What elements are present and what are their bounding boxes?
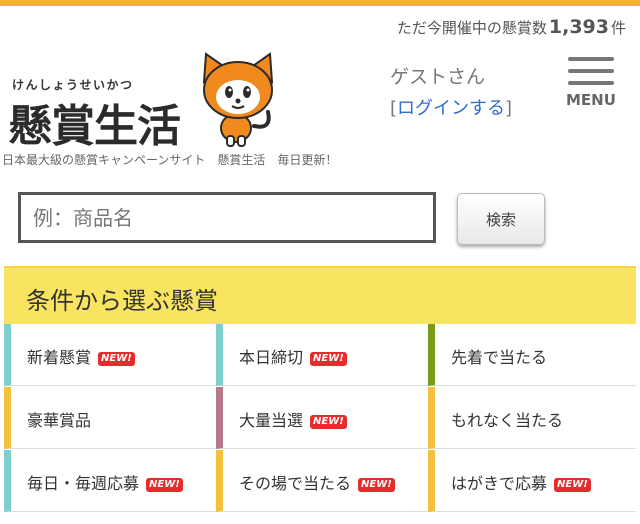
menu-hamburger-icon — [568, 69, 614, 73]
menu-hamburger-icon — [568, 81, 614, 85]
condition-item-text: 先着で当たる — [451, 348, 548, 367]
site-tagline: 日本最大級の懸賞キャンペーンサイト 懸賞生活 毎日更新！ — [2, 153, 338, 167]
condition-item[interactable]: 先着で当たる — [428, 324, 636, 386]
condition-item-label: 先着で当たる — [451, 344, 547, 368]
new-badge: NEW! — [98, 352, 135, 366]
condition-item-label: もれなく当たる — [451, 407, 563, 431]
campaign-count-value: 1,393 — [548, 16, 609, 38]
search-button[interactable]: 検索 — [457, 193, 545, 245]
condition-item[interactable]: もれなく当たる — [428, 387, 636, 449]
condition-item[interactable]: はがきで応募 NEW! — [428, 450, 636, 512]
new-badge: NEW! — [146, 478, 183, 492]
condition-item-label: 本日締切 NEW! — [239, 344, 347, 368]
menu-hamburger-icon — [568, 57, 614, 61]
guest-greeting: ゲストさん — [390, 66, 486, 88]
condition-item[interactable]: 新着懸賞 NEW! — [4, 324, 216, 386]
menu-label: MENU — [566, 91, 616, 109]
condition-item-text: はがきで応募 — [451, 474, 548, 493]
login-link[interactable]: ログインする — [397, 98, 505, 119]
condition-item-label: 豪華賞品 — [27, 407, 91, 431]
site-logo[interactable]: けんしょうせいかつ 懸賞生活 — [8, 52, 283, 152]
new-badge: NEW! — [554, 478, 591, 492]
condition-item-label: 新着懸賞 NEW! — [27, 344, 135, 368]
menu-button[interactable]: MENU — [566, 55, 618, 109]
condition-item-text: その場で当たる — [239, 474, 352, 493]
cat-mascot-icon — [202, 52, 274, 147]
condition-item-label: その場で当たる NEW! — [239, 470, 395, 494]
condition-item-label: 大量当選 NEW! — [239, 407, 347, 431]
campaign-count-prefix: ただ今開催中の懸賞数 — [396, 19, 547, 37]
login-link-wrapper: [ログインする] — [390, 94, 512, 120]
condition-item-text: 大量当選 — [239, 411, 304, 430]
conditions-title: 条件から選ぶ懸賞 — [26, 287, 218, 315]
new-badge: NEW! — [358, 478, 395, 492]
condition-item[interactable]: その場で当たる NEW! — [216, 450, 428, 512]
logo-text: 懸賞生活 — [8, 101, 181, 152]
condition-item-text: 豪華賞品 — [27, 411, 92, 430]
condition-item-text: もれなく当たる — [451, 411, 564, 430]
condition-item[interactable]: 豪華賞品 — [4, 387, 216, 449]
top-accent-bar — [0, 0, 640, 6]
search-input[interactable] — [18, 192, 436, 243]
condition-item[interactable]: 毎日・毎週応募 NEW! — [4, 450, 216, 512]
campaign-count: ただ今開催中の懸賞数 1,393 件 — [397, 16, 626, 38]
campaign-count-suffix: 件 — [610, 19, 626, 37]
condition-item-text: 新着懸賞 — [27, 348, 92, 367]
new-badge: NEW! — [310, 415, 347, 429]
condition-item[interactable]: 本日締切 NEW! — [216, 324, 428, 386]
condition-item-label: はがきで応募 NEW! — [451, 470, 591, 494]
condition-item[interactable]: 大量当選 NEW! — [216, 387, 428, 449]
condition-item-text: 毎日・毎週応募 — [27, 474, 140, 493]
conditions-header: 条件から選ぶ懸賞 — [4, 266, 636, 324]
login-bracket-close: ] — [505, 98, 513, 119]
condition-item-text: 本日締切 — [239, 348, 304, 367]
login-bracket-open: [ — [390, 98, 398, 119]
condition-item-label: 毎日・毎週応募 NEW! — [27, 470, 183, 494]
new-badge: NEW! — [310, 352, 347, 366]
